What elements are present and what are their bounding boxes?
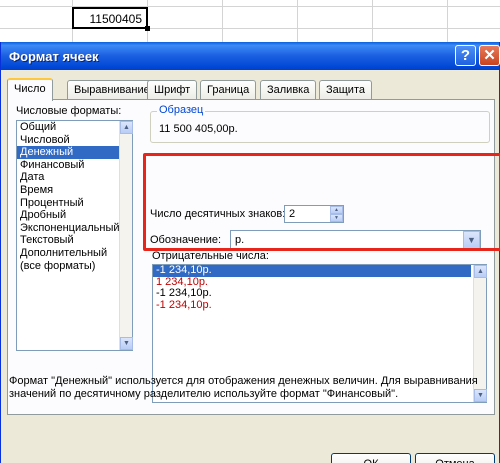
category-item[interactable]: Финансовый xyxy=(17,159,132,172)
sample-label: Образец xyxy=(157,104,206,116)
tab-font[interactable]: Шрифт xyxy=(147,80,198,100)
tab-border[interactable]: Граница xyxy=(200,80,257,100)
category-item-selected[interactable]: Денежный xyxy=(17,146,122,159)
active-cell[interactable]: 11500405 xyxy=(72,7,150,31)
category-scrollbar[interactable]: ▲ ▼ xyxy=(119,121,133,350)
category-list[interactable]: Общий Числовой Денежный Финансовый Дата … xyxy=(16,120,133,351)
format-description: Формат "Денежный" используется для отобр… xyxy=(9,375,478,400)
category-item[interactable]: Процентный xyxy=(17,197,132,210)
negative-format-item[interactable]: -1 234,10р. xyxy=(153,299,486,312)
scroll-down-icon[interactable]: ▼ xyxy=(120,337,133,350)
category-item[interactable]: Время xyxy=(17,184,132,197)
tab-alignment[interactable]: Выравнивание xyxy=(67,80,157,100)
spreadsheet-area: 11500405 xyxy=(0,0,500,42)
category-item[interactable]: Дата xyxy=(17,171,132,184)
category-item[interactable]: (все форматы) xyxy=(17,260,132,273)
number-tab-panel: Числовые форматы: Общий Числовой Денежны… xyxy=(7,99,500,415)
dialog-title: Формат ячеек xyxy=(9,49,99,64)
highlight-frame xyxy=(143,153,500,251)
grid-line xyxy=(222,0,223,42)
tab-number[interactable]: Число xyxy=(7,78,53,101)
category-item[interactable]: Экспоненциальный xyxy=(17,222,132,235)
format-cells-dialog: Формат ячеек ? ✕ Число Выравнивание Шриф… xyxy=(0,42,500,463)
sample-groupbox: Образец 11 500 405,00р. xyxy=(150,104,490,143)
sample-value: 11 500 405,00р. xyxy=(159,123,238,135)
category-item[interactable]: Дробный xyxy=(17,209,132,222)
help-icon: ? xyxy=(460,47,471,64)
ok-button[interactable]: ОК xyxy=(331,453,411,463)
help-button[interactable]: ? xyxy=(455,45,476,66)
tab-protection[interactable]: Защита xyxy=(319,80,372,100)
close-button[interactable]: ✕ xyxy=(479,45,500,66)
category-item[interactable]: Дополнительный xyxy=(17,247,132,260)
grid-line xyxy=(297,0,298,42)
negative-numbers-label: Отрицательные числа: xyxy=(152,250,269,262)
dialog-titlebar[interactable]: Формат ячеек ? ✕ xyxy=(1,42,500,70)
category-item[interactable]: Текстовый xyxy=(17,234,132,247)
tab-fill[interactable]: Заливка xyxy=(260,80,317,100)
cancel-button[interactable]: Отмена xyxy=(415,453,495,463)
grid-line xyxy=(447,0,448,42)
close-icon: ✕ xyxy=(483,47,496,64)
number-formats-label: Числовые форматы: xyxy=(16,105,122,117)
category-item[interactable]: Общий xyxy=(17,121,132,134)
negative-format-item[interactable]: -1 234,10р. xyxy=(153,287,486,300)
grid-line xyxy=(372,0,373,42)
negative-format-item-selected[interactable]: -1 234,10р. xyxy=(153,264,471,277)
scroll-up-icon[interactable]: ▲ xyxy=(474,265,487,278)
scroll-up-icon[interactable]: ▲ xyxy=(120,121,133,134)
category-item[interactable]: Числовой xyxy=(17,134,132,147)
